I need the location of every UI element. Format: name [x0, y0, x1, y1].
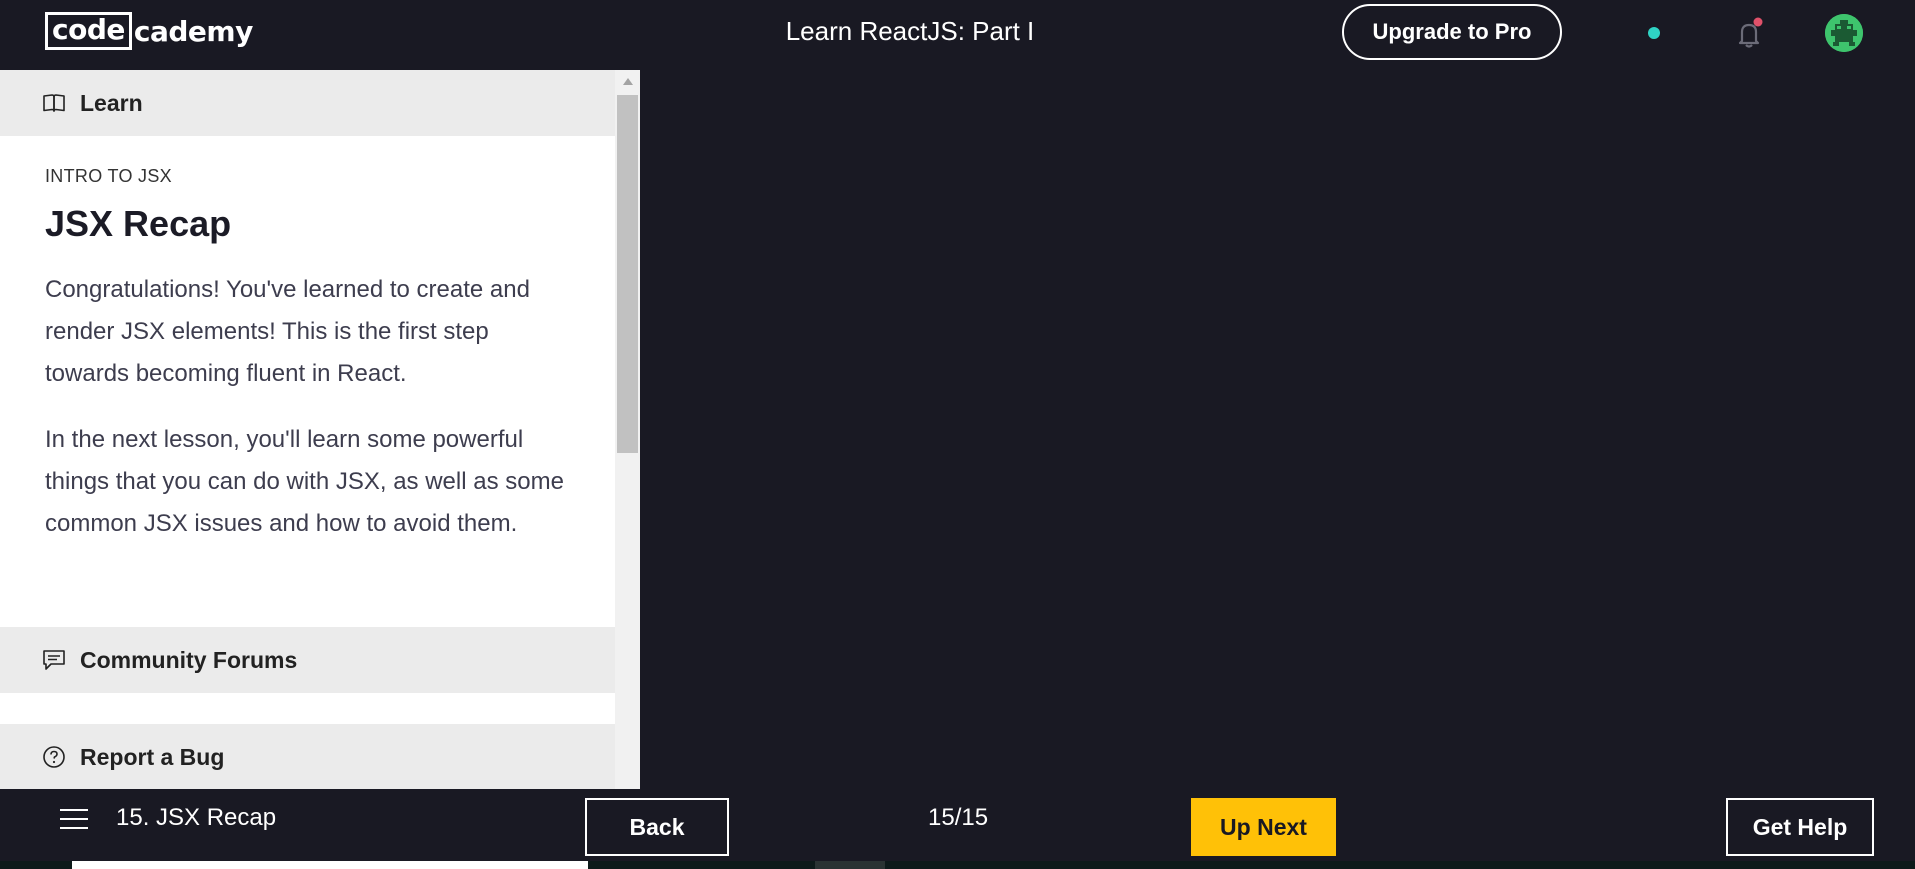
bell-icon[interactable]: [1732, 17, 1766, 51]
scrollbar-thumb[interactable]: [617, 95, 638, 453]
get-help-button[interactable]: Get Help: [1726, 798, 1874, 856]
learn-label: Learn: [80, 89, 143, 116]
report-bug-label: Report a Bug: [80, 743, 225, 770]
bottom-bar: 15. JSX Recap Back 15/15 Up Next Get Hel…: [0, 789, 1915, 861]
book-icon: [42, 91, 66, 115]
current-lesson-name: 15. JSX Recap: [116, 804, 277, 831]
lesson-paragraph: Congratulations! You've learned to creat…: [45, 276, 530, 387]
report-bug-header[interactable]: Report a Bug: [0, 724, 615, 789]
avatar-icon[interactable]: [1825, 14, 1863, 52]
scroll-up-arrow-icon[interactable]: [623, 78, 633, 85]
lesson-paragraph: In the next lesson, you'll learn some po…: [45, 426, 564, 537]
learn-section-header[interactable]: Learn: [0, 70, 615, 136]
upgrade-to-pro-button[interactable]: Upgrade to Pro: [1342, 4, 1562, 60]
back-button[interactable]: Back: [585, 798, 729, 856]
lesson-progress: 15/15: [928, 804, 989, 831]
lesson-title: JSX Recap: [45, 203, 232, 244]
community-forums-label: Community Forums: [80, 646, 298, 673]
chat-icon: [42, 648, 66, 672]
lesson-content: INTRO TO JSX JSX Recap Congratulations! …: [45, 166, 575, 545]
community-forums-header[interactable]: Community Forums: [0, 627, 615, 693]
top-bar: code cademy Learn ReactJS: Part I Upgrade…: [0, 0, 1915, 70]
bottom-strip-segment: [815, 861, 885, 869]
lesson-eyebrow: INTRO TO JSX: [45, 166, 172, 186]
status-indicator: [1648, 27, 1660, 39]
help-circle-icon: [42, 745, 66, 769]
up-next-button[interactable]: Up Next: [1191, 798, 1336, 856]
menu-icon[interactable]: [60, 809, 88, 833]
bottom-strip-segment: [72, 861, 588, 869]
instructions-panel: Learn INTRO TO JSX JSX Recap Congratulat…: [0, 70, 640, 789]
